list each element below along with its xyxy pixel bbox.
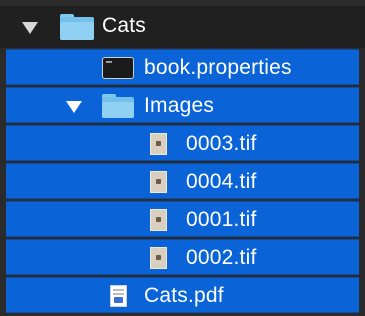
terminal-file-icon xyxy=(102,57,134,79)
image-file-icon xyxy=(150,133,167,155)
image-file-icon xyxy=(150,209,167,231)
disclosure-triangle-expanded-icon[interactable] xyxy=(22,22,38,34)
tree-row-label: 0002.tif xyxy=(186,246,257,269)
tree-row-label: book.properties xyxy=(144,56,292,79)
folder-icon xyxy=(60,14,94,40)
tree-row-file[interactable]: 0001.tif xyxy=(6,201,359,237)
image-file-icon xyxy=(150,247,167,269)
image-file-icon xyxy=(150,171,167,193)
tree-row-images-folder[interactable]: Images xyxy=(6,87,359,123)
folder-icon xyxy=(102,94,134,118)
tree-row-file[interactable]: 0002.tif xyxy=(6,239,359,275)
file-tree: Cats book.properties Images 0003.tif 000… xyxy=(0,0,365,316)
tree-row-file[interactable]: 0003.tif xyxy=(6,125,359,161)
tree-row-label: 0001.tif xyxy=(186,208,257,231)
tree-row-label: 0004.tif xyxy=(186,170,257,193)
pdf-file-icon xyxy=(110,285,127,307)
tree-row-label: Cats.pdf xyxy=(144,284,224,307)
tree-row-book-properties[interactable]: book.properties xyxy=(6,49,359,85)
tree-row-file[interactable]: 0004.tif xyxy=(6,163,359,199)
tree-row-cats-pdf[interactable]: Cats.pdf xyxy=(6,277,359,313)
tree-row-label: Images xyxy=(144,94,215,117)
tree-row-label: 0003.tif xyxy=(186,132,257,155)
tree-row-cats-folder[interactable]: Cats xyxy=(0,6,365,48)
disclosure-triangle-expanded-icon[interactable] xyxy=(66,101,82,113)
tree-row-label: Cats xyxy=(102,14,146,37)
